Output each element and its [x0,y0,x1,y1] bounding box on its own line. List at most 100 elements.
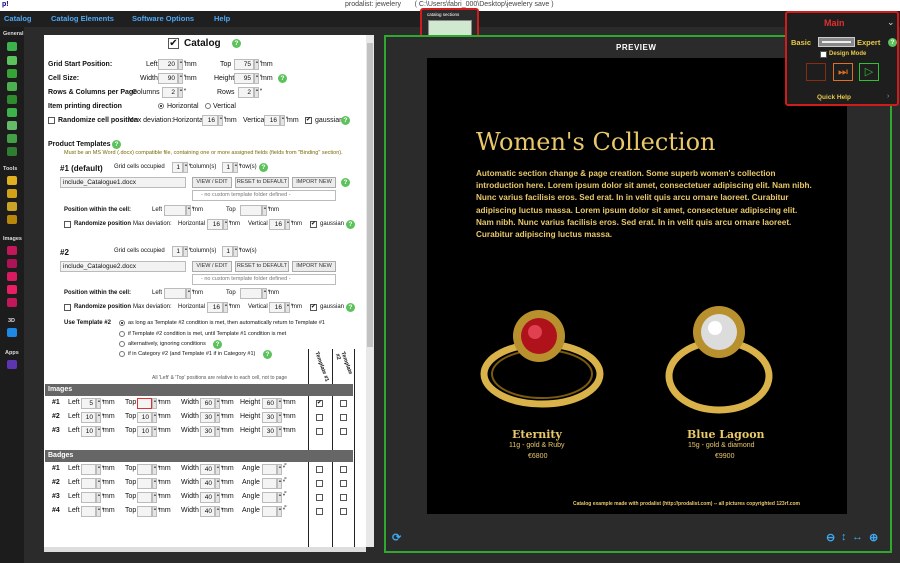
refresh-icon[interactable]: ⟳ [392,531,401,544]
image-width-spinner[interactable]: ▲▼ [215,398,224,409]
export-icon[interactable] [7,298,17,307]
badge-template1-checkbox[interactable] [316,466,323,473]
badge-width-spinner[interactable]: ▲▼ [215,506,224,517]
image-width-input[interactable]: 30 [200,426,215,437]
template2-rand-checkbox[interactable] [64,304,71,311]
columns-input[interactable]: 2 [162,87,178,98]
badge-template2-checkbox[interactable] [340,480,347,487]
image-height-spinner[interactable]: ▲▼ [277,426,286,437]
template2-left-input[interactable] [164,288,186,299]
catalog-help-icon[interactable]: ? [232,39,241,48]
panel-scrollbar[interactable] [366,35,374,547]
template2-vt-input[interactable]: 16 [269,302,285,313]
badge-angle-input[interactable] [262,492,277,503]
badge-top-spinner[interactable]: ▲▼ [152,506,161,517]
template2-rows-input[interactable]: 1 [222,246,233,257]
image-height-input[interactable]: 30 [262,412,277,423]
photo-icon[interactable] [7,272,17,281]
use2-option-4-radio[interactable] [119,351,125,357]
stamp-icon[interactable] [7,215,17,224]
image-template1-checkbox[interactable] [316,428,323,435]
badge-top-input[interactable] [137,492,152,503]
stop-button[interactable] [806,63,826,81]
image-icon[interactable] [7,246,17,255]
badge-template2-checkbox[interactable] [340,494,347,501]
grid-top-input[interactable]: 75 [234,59,254,70]
image-top-input[interactable]: 10 [137,426,152,437]
image-height-input[interactable]: 60 [262,398,277,409]
template1-rows-input[interactable]: 1 [222,162,233,173]
brush-icon[interactable] [7,176,17,185]
badge-left-spinner[interactable]: ▲▼ [96,506,105,517]
use2-option-1-radio[interactable] [119,320,125,326]
image-left-spinner[interactable]: ▲▼ [96,412,105,423]
use2-option-3-radio[interactable] [119,341,125,347]
badge-top-spinner[interactable]: ▲▼ [152,464,161,475]
template2-folder-select[interactable]: - no custom template folder defined - [192,274,336,285]
image-top-spinner[interactable]: ▲▼ [152,426,161,437]
template1-left-input[interactable] [164,205,186,216]
badge-width-input[interactable]: 40 [200,506,215,517]
image-template2-checkbox[interactable] [340,400,347,407]
template1-cols-input[interactable]: 1 [172,162,183,173]
badge-template2-checkbox[interactable] [340,466,347,473]
cell-width-spinner[interactable]: ▲▼ [178,73,187,84]
grid-left-spinner[interactable]: ▲▼ [178,59,187,70]
menu-help[interactable]: Help [214,14,230,23]
badge-left-input[interactable] [81,464,96,475]
template1-reset-button[interactable]: RESET to DEFAULT [235,177,289,188]
rand-horizontal-input[interactable]: 16 [202,115,218,126]
template2-gaussian-checkbox[interactable]: ✔ [310,304,317,311]
use2-option-2-radio[interactable] [119,331,125,337]
template2-rand-help-icon[interactable]: ? [346,303,355,312]
badge-top-spinner[interactable]: ▲▼ [152,492,161,503]
template1-rows-spinner[interactable]: ▲▼ [233,162,242,173]
template2-hz-input[interactable]: 16 [207,302,223,313]
paperclip-icon[interactable] [7,121,17,130]
image-left-spinner[interactable]: ▲▼ [96,426,105,437]
fit-width-icon[interactable]: ↔ [852,531,863,543]
image-left-input[interactable]: 10 [81,412,96,423]
image-width-spinner[interactable]: ▲▼ [215,426,224,437]
image-top-spinner[interactable]: ▲▼ [152,412,161,423]
gear-icon[interactable] [7,202,17,211]
dots-icon[interactable] [7,69,17,78]
template2-left-spinner[interactable]: ▲▼ [186,288,195,299]
grid-left-input[interactable]: 20 [158,59,178,70]
list-icon[interactable] [7,147,17,156]
template1-help-icon[interactable]: ? [259,163,268,172]
badge-top-input[interactable] [137,506,152,517]
badge-top-input[interactable] [137,478,152,489]
phone-icon[interactable] [7,360,17,369]
image-height-input[interactable]: 30 [262,426,277,437]
image-template2-checkbox[interactable] [340,414,347,421]
badge-width-input[interactable]: 40 [200,478,215,489]
badge-angle-input[interactable] [262,506,277,517]
template1-cols-spinner[interactable]: ▲▼ [183,162,192,173]
use2-option-4-help-icon[interactable]: ? [263,350,272,359]
template2-top-spinner[interactable]: ▲▼ [262,288,271,299]
rand-horizontal-spinner[interactable]: ▲▼ [218,115,227,126]
template1-import-help-icon[interactable]: ? [341,178,350,187]
cell-height-spinner[interactable]: ▲▼ [254,73,263,84]
rand-vertical-spinner[interactable]: ▲▼ [280,115,289,126]
rand-vertical-input[interactable]: 16 [264,115,280,126]
cell-size-help-icon[interactable]: ? [278,74,287,83]
image-top-input[interactable]: 10 [137,412,152,423]
image-template2-checkbox[interactable] [340,428,347,435]
template2-top-input[interactable] [240,288,262,299]
template2-view-button[interactable]: VIEW / EDIT [192,261,232,272]
panel-hscrollbar[interactable] [44,547,366,552]
badge-width-input[interactable]: 40 [200,492,215,503]
rows-spinner[interactable]: ▲▼ [254,87,263,98]
gaussian-checkbox[interactable]: ✔ [305,117,312,124]
template2-cols-spinner[interactable]: ▲▼ [183,246,192,257]
template1-gaussian-checkbox[interactable]: ✔ [310,221,317,228]
template1-vt-input[interactable]: 16 [269,219,285,230]
template1-import-button[interactable]: IMPORT NEW [292,177,336,188]
template1-hz-input[interactable]: 16 [207,219,223,230]
rows-input[interactable]: 2 [238,87,254,98]
catalog-enable-checkbox[interactable]: ✔ [168,38,179,49]
template2-file-input[interactable]: include_Catalogue2.docx [60,261,186,272]
badge-width-input[interactable]: 40 [200,464,215,475]
